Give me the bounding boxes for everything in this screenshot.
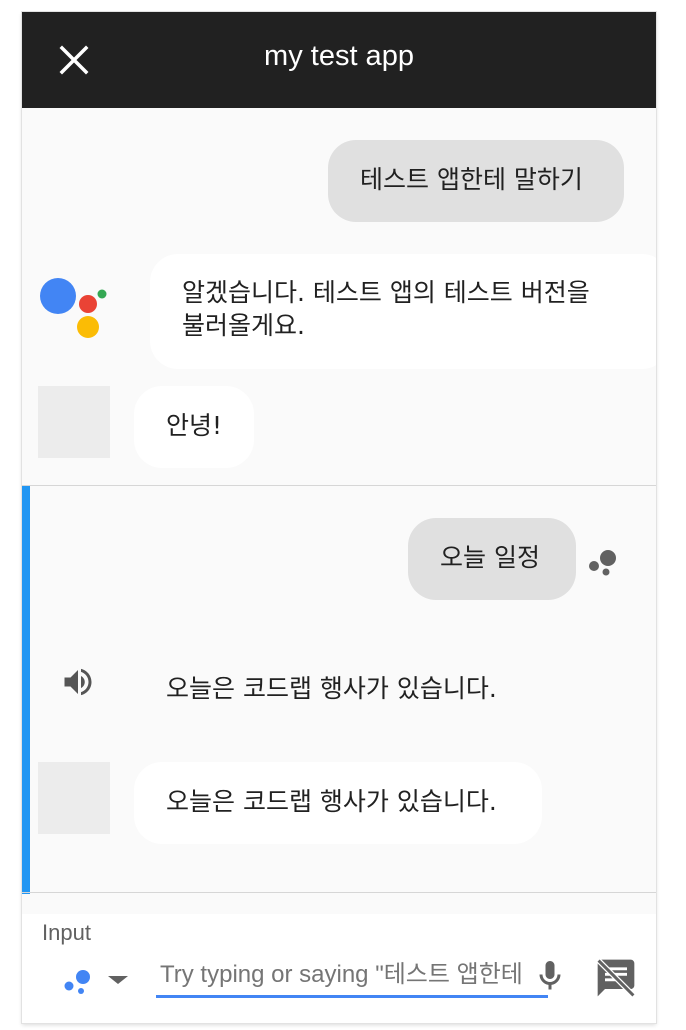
assistant-reply-line2: 불러올게요. [182, 311, 305, 340]
selected-section-indicator [22, 486, 30, 894]
app-reply-bubble-2: 오늘은 코드랩 행사가 있습니다. [134, 762, 542, 844]
app-avatar [38, 386, 110, 458]
user-message-text: 테스트 앱한테 말하기 [360, 165, 583, 194]
query-input[interactable] [156, 954, 548, 998]
user-message-bubble-2: 오늘 일정 [408, 518, 576, 600]
bottom-divider [22, 892, 656, 893]
microphone-icon[interactable] [532, 956, 568, 996]
section-divider [22, 485, 656, 486]
app-title: my test app [264, 40, 414, 72]
spoken-response-text: 오늘은 코드랩 행사가 있습니다. [166, 674, 497, 703]
chevron-down-icon[interactable] [106, 972, 130, 988]
speech-bubble-off-icon[interactable] [594, 956, 638, 1000]
assistant-dots-icon [589, 550, 616, 576]
google-assistant-icon [40, 278, 107, 338]
user-message-text-2: 오늘 일정 [440, 543, 540, 572]
speaker-icon[interactable] [60, 664, 96, 700]
app-avatar-2 [38, 762, 110, 834]
assistant-reply-bubble: 알겠습니다. 테스트 앱의 테스트 버전을 불러올게요. [150, 254, 656, 369]
top-bar: my test app [22, 12, 656, 108]
simulator-frame: my test app 테스트 앱한테 말하기 알겠습니다. 테스트 앱의 테스… [22, 12, 656, 1023]
assistant-dots-icon[interactable] [62, 966, 96, 996]
input-label: Input [42, 920, 91, 945]
app-reply-bubble: 안녕! [134, 386, 254, 468]
input-panel: Input [22, 914, 656, 1023]
app-reply-text: 안녕! [166, 411, 223, 440]
app-reply-text-2: 오늘은 코드랩 행사가 있습니다. [166, 787, 497, 816]
user-message-bubble: 테스트 앱한테 말하기 [328, 140, 624, 222]
assistant-reply-line1: 알겠습니다. 테스트 앱의 테스트 버전을 [182, 278, 590, 307]
